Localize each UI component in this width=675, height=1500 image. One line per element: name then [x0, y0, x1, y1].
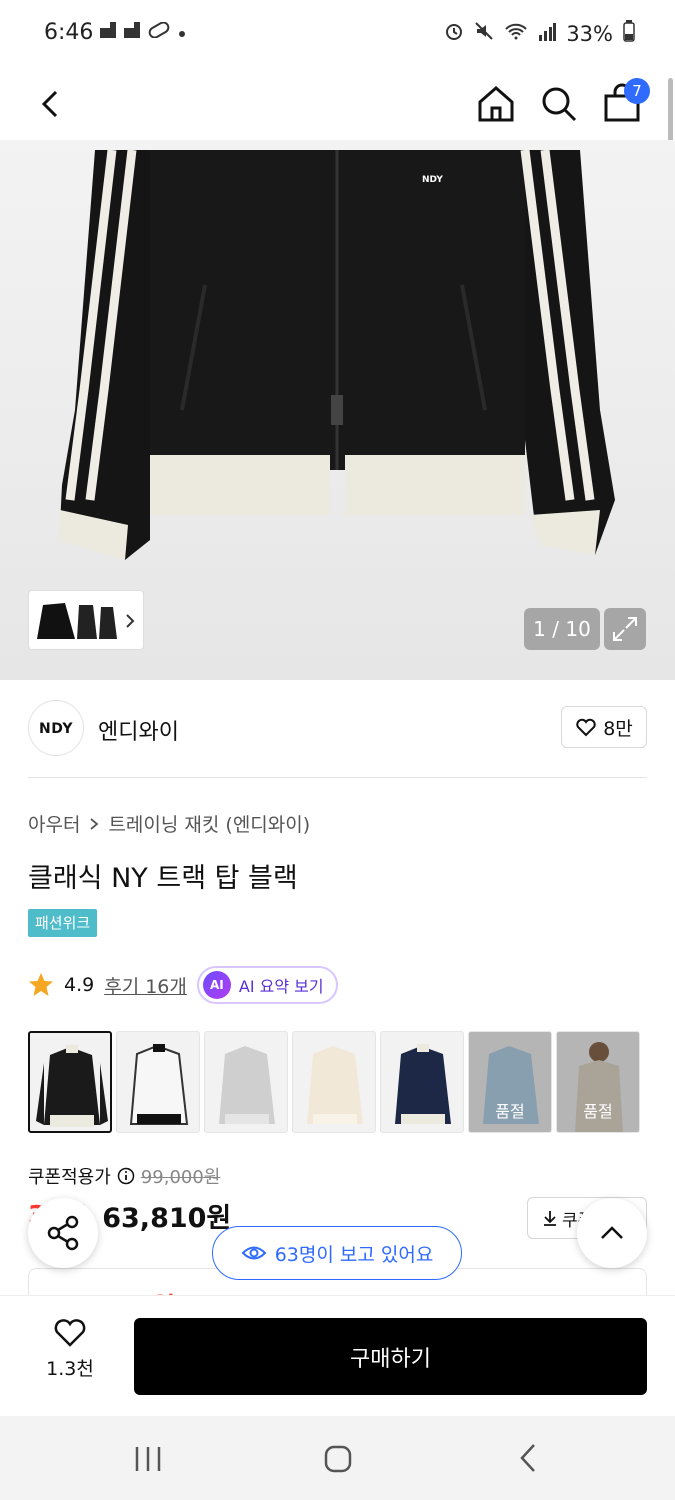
page-scrollbar[interactable]	[668, 78, 673, 148]
color-option-navy[interactable]	[380, 1031, 464, 1133]
divider	[28, 777, 647, 778]
hero-logo-text: NDY	[422, 175, 443, 185]
wifi-icon	[504, 21, 528, 46]
price-label-row: 쿠폰적용가 99,000원	[28, 1163, 220, 1189]
status-right-icons: 33%	[444, 20, 635, 47]
sale-price: 63,810원	[102, 1203, 232, 1234]
rating-row: 4.9 후기 16개 AI AI 요약 보기	[28, 965, 338, 1005]
soldout-label: 품절	[557, 1032, 639, 1132]
color-option-beige[interactable]: 품절	[556, 1031, 640, 1133]
eye-icon	[241, 1246, 267, 1260]
scroll-to-top-button[interactable]	[577, 1198, 647, 1268]
home-nav-icon[interactable]	[323, 1444, 353, 1474]
buy-button[interactable]: 구매하기	[134, 1318, 647, 1395]
info-icon[interactable]	[117, 1167, 135, 1185]
recent-apps-icon[interactable]	[134, 1444, 164, 1474]
brand-name[interactable]: 엔디와이	[98, 714, 179, 746]
star-icon	[29, 973, 53, 996]
breadcrumb-category[interactable]: 아우터	[28, 810, 80, 837]
notification-icon	[124, 22, 140, 42]
rating-value: 4.9	[64, 974, 95, 996]
mute-icon	[474, 21, 494, 46]
brand-logo[interactable]: NDY	[28, 700, 84, 756]
bottom-action-bar: 1.3천 구매하기	[0, 1295, 675, 1416]
soldout-label: 품절	[469, 1032, 551, 1132]
share-icon	[47, 1215, 79, 1251]
battery-percent: 33%	[566, 21, 613, 46]
chevron-right-icon	[126, 614, 135, 628]
cart-button[interactable]: 7	[600, 78, 650, 126]
pill-icon	[148, 21, 170, 42]
reviews-link[interactable]: 후기 16개	[104, 972, 187, 999]
color-option-cream[interactable]	[292, 1031, 376, 1133]
download-icon	[544, 1211, 556, 1226]
product-title: 클래식 NY 트랙 탑 블랙	[28, 863, 298, 894]
color-option-black[interactable]	[28, 1031, 112, 1133]
dot-icon	[178, 23, 186, 42]
chevron-up-icon	[601, 1226, 623, 1239]
battery-icon	[623, 20, 635, 47]
breadcrumb-subcategory[interactable]: 트레이닝 재킷 (엔디와이)	[108, 810, 310, 837]
ai-summary-button[interactable]: AI AI 요약 보기	[196, 966, 338, 1004]
alarm-icon	[444, 21, 464, 46]
status-time: 6:46	[44, 20, 94, 45]
gallery-thumbnail-strip[interactable]	[28, 590, 144, 650]
notification-icons	[100, 21, 186, 42]
color-options: 품절 품절	[28, 1031, 640, 1133]
brand-row[interactable]: NDY 엔디와이 8만	[28, 700, 647, 760]
viewers-indicator: 63명이 보고 있어요	[212, 1226, 462, 1280]
expand-image-button[interactable]	[604, 608, 646, 650]
status-bar: 6:46 33%	[0, 0, 675, 68]
home-icon	[478, 86, 514, 122]
viewers-text: 63명이 보고 있어요	[274, 1243, 434, 1266]
brand-like-count: 8만	[603, 717, 633, 740]
brand-like-button[interactable]: 8만	[561, 706, 647, 748]
coupon-price-label: 쿠폰적용가	[28, 1167, 111, 1188]
back-arrow-icon	[41, 90, 58, 118]
wishlist-button[interactable]: 1.3천	[28, 1316, 112, 1396]
home-button[interactable]	[474, 82, 518, 126]
ai-summary-label: AI 요약 보기	[238, 977, 324, 996]
original-price: 99,000원	[140, 1167, 221, 1188]
expand-icon	[613, 617, 637, 641]
share-button[interactable]	[28, 1198, 98, 1268]
search-button[interactable]	[537, 82, 581, 126]
heart-icon	[54, 1319, 86, 1347]
search-icon	[542, 87, 577, 122]
breadcrumb: 아우터 트레이닝 재킷 (엔디와이)	[28, 810, 310, 837]
notification-icon	[100, 22, 116, 42]
ai-icon: AI	[202, 971, 231, 999]
heart-icon	[576, 718, 596, 737]
event-badge: 패션위크	[28, 909, 98, 937]
back-nav-icon[interactable]	[514, 1442, 544, 1474]
gallery-thumbnails	[37, 603, 135, 639]
signal-icon	[538, 22, 557, 46]
color-option-white[interactable]	[116, 1031, 200, 1133]
top-navigation: 7	[0, 68, 675, 140]
system-navigation-bar	[0, 1416, 675, 1500]
back-button[interactable]	[30, 82, 74, 126]
image-page-counter: 1 / 10	[524, 608, 600, 650]
color-option-sky[interactable]: 품절	[468, 1031, 552, 1133]
wishlist-count: 1.3천	[46, 1358, 94, 1380]
color-option-gray[interactable]	[204, 1031, 288, 1133]
chevron-right-icon	[90, 817, 99, 830]
cart-count-badge: 7	[624, 78, 650, 104]
